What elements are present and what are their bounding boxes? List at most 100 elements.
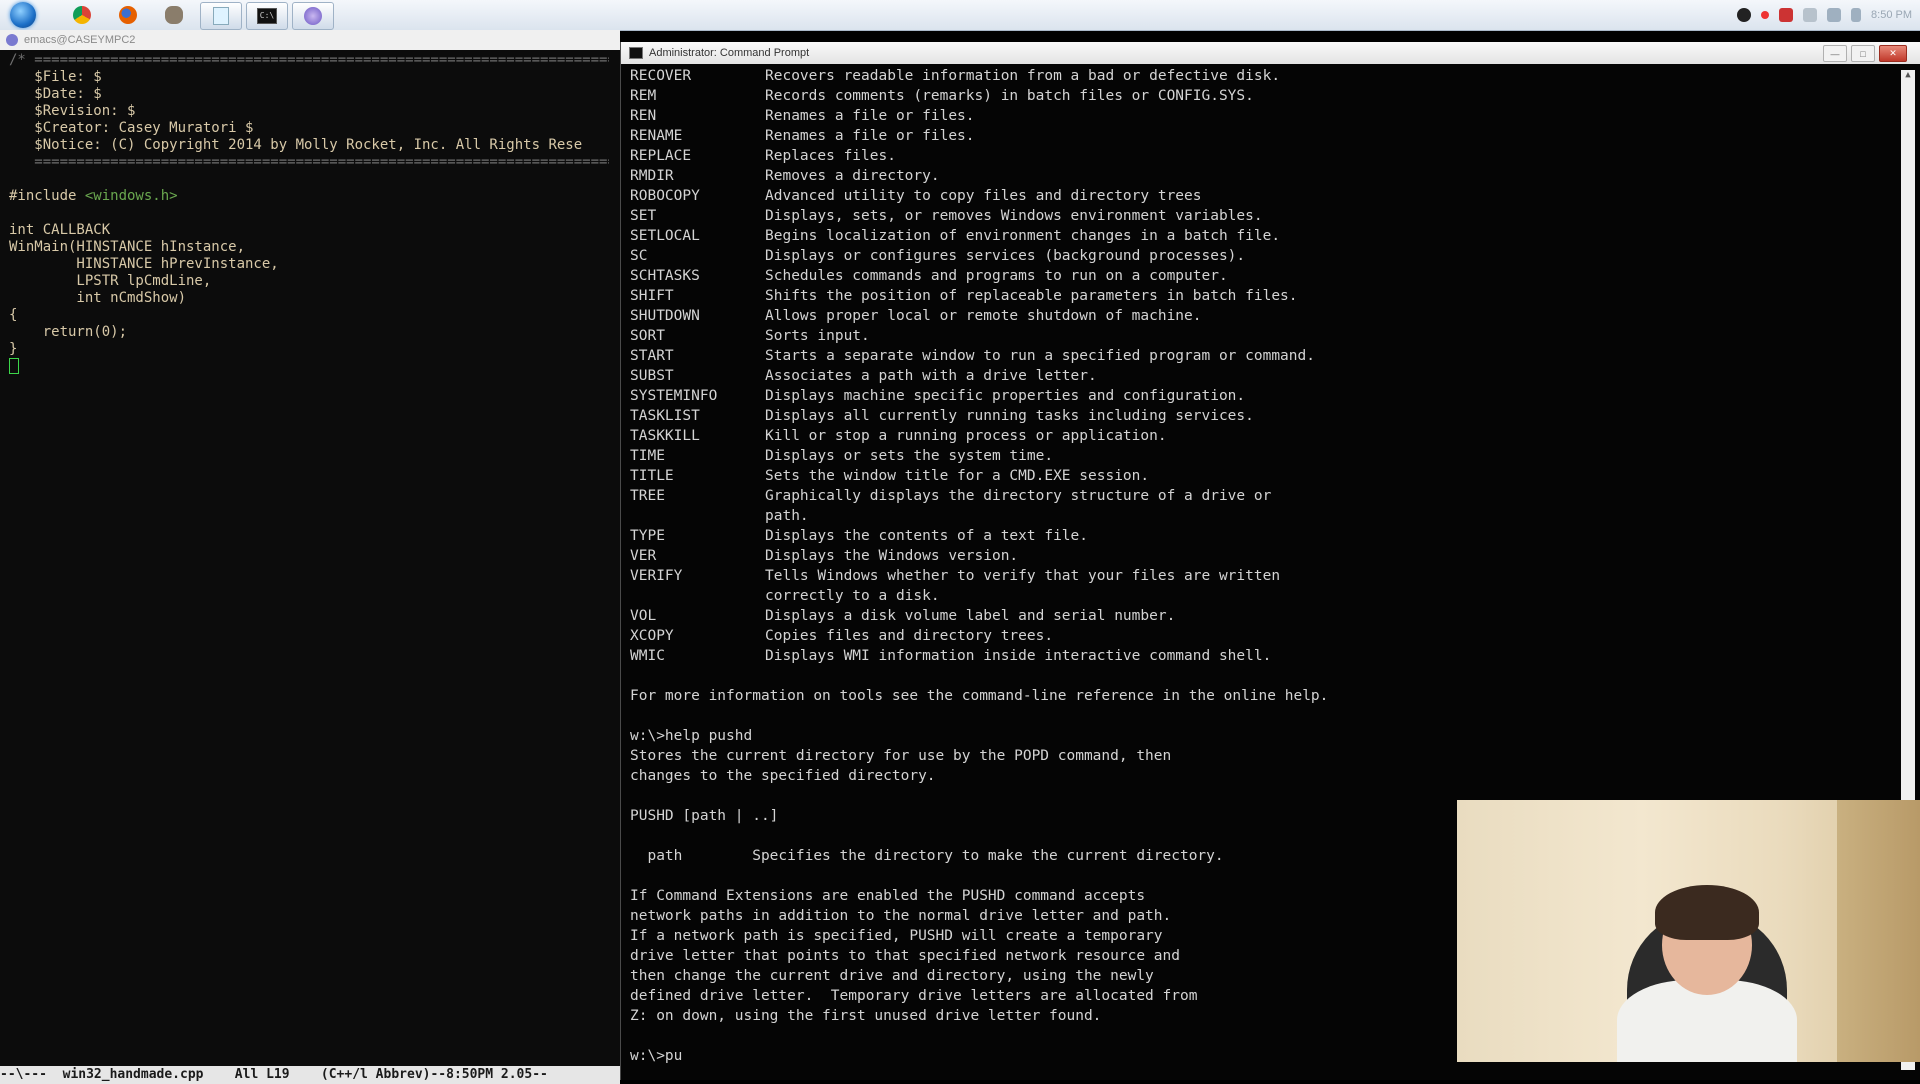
help-description: correctly to a disk. bbox=[765, 588, 940, 604]
code-line-text: $Notice: (C) Copyright 2014 by Molly Roc… bbox=[9, 137, 583, 153]
code-editor[interactable]: /* =====================================… bbox=[0, 50, 609, 375]
help-row: SHIFT Shifts the position of replaceable … bbox=[630, 286, 1890, 306]
emacs-titlebar[interactable]: emacs@CASEYMPC2 bbox=[0, 30, 620, 50]
help-description: Displays the contents of a text file. bbox=[765, 528, 1089, 544]
taskbar-firefox-button[interactable] bbox=[108, 2, 148, 28]
scroll-up-arrow-icon[interactable]: ▲ bbox=[1901, 70, 1915, 84]
firefox-icon bbox=[119, 6, 137, 24]
help-command: ROBOCOPY bbox=[630, 188, 700, 204]
taskbar-chrome-button[interactable] bbox=[62, 2, 102, 28]
help-row: correctly to a disk. bbox=[630, 586, 1890, 606]
notepad-icon bbox=[213, 7, 229, 25]
taskbar: C:\ 8:50 PM bbox=[0, 0, 1920, 31]
help-description: path. bbox=[765, 508, 809, 524]
help-description: Displays all currently running tasks inc… bbox=[765, 408, 1254, 424]
code-line-text: #include bbox=[9, 188, 85, 204]
minimize-button[interactable]: — bbox=[1823, 45, 1847, 62]
flag-icon[interactable] bbox=[1851, 8, 1862, 22]
emacs-icon bbox=[304, 7, 322, 25]
help-description: Schedules commands and programs to run o… bbox=[765, 268, 1228, 284]
help-row: TREE Graphically displays the directory s… bbox=[630, 486, 1890, 506]
maximize-button[interactable]: □ bbox=[1851, 45, 1875, 62]
help-command: SC bbox=[630, 248, 648, 264]
code-line-text: $File: $ bbox=[9, 69, 102, 85]
help-command: SCHTASKS bbox=[630, 268, 700, 284]
start-button[interactable] bbox=[6, 0, 40, 30]
help-command: XCOPY bbox=[630, 628, 674, 644]
console-line: changes to the specified directory. bbox=[630, 768, 936, 784]
help-row: TIME Displays or sets the system time. bbox=[630, 446, 1890, 466]
help-description: Displays WMI information inside interact… bbox=[765, 648, 1272, 664]
code-line: $Revision: $ bbox=[9, 103, 609, 120]
help-row: TYPE Displays the contents of a text file… bbox=[630, 526, 1890, 546]
webcam-background bbox=[1837, 800, 1920, 1062]
help-description: Advanced utility to copy files and direc… bbox=[765, 188, 1202, 204]
help-description: Begins localization of environment chang… bbox=[765, 228, 1281, 244]
volume-icon[interactable] bbox=[1803, 8, 1818, 22]
code-line-text: $Date: $ bbox=[9, 86, 102, 102]
command-prompt-icon: C:\ bbox=[257, 8, 277, 24]
command-prompt-icon bbox=[629, 47, 643, 59]
steam-icon[interactable] bbox=[1737, 8, 1752, 22]
close-button[interactable]: ✕ bbox=[1879, 45, 1907, 62]
help-description: Displays, sets, or removes Windows envir… bbox=[765, 208, 1263, 224]
help-description: Records comments (remarks) in batch file… bbox=[765, 88, 1254, 104]
help-description: Associates a path with a drive letter. bbox=[765, 368, 1097, 384]
help-description: Kill or stop a running process or applic… bbox=[765, 428, 1167, 444]
help-command: SYSTEMINFO bbox=[630, 388, 718, 404]
text-cursor bbox=[9, 358, 19, 374]
help-row: SORT Sorts input. bbox=[630, 326, 1890, 346]
help-row: TASKKILL Kill or stop a running process o… bbox=[630, 426, 1890, 446]
emacs-icon bbox=[6, 34, 18, 46]
help-command: TASKLIST bbox=[630, 408, 700, 424]
display-icon[interactable] bbox=[1827, 8, 1842, 22]
help-row: SHUTDOWN Allows proper local or remote sh… bbox=[630, 306, 1890, 326]
code-line-text: $Revision: $ bbox=[9, 103, 136, 119]
help-command: SET bbox=[630, 208, 657, 224]
console-line: For more information on tools see the co… bbox=[630, 688, 1329, 704]
clock[interactable]: 8:50 PM bbox=[1871, 9, 1912, 21]
help-description: Displays a disk volume label and serial … bbox=[765, 608, 1176, 624]
record-icon[interactable] bbox=[1761, 11, 1770, 19]
network-alert-icon[interactable] bbox=[1779, 8, 1794, 22]
code-line: { bbox=[9, 307, 609, 324]
help-command bbox=[630, 586, 765, 606]
help-description: Removes a directory. bbox=[765, 168, 940, 184]
help-row: RMDIR Removes a directory. bbox=[630, 166, 1890, 186]
code-line-text: int nCmdShow) bbox=[9, 290, 187, 306]
code-line-text: $Creator: Casey Muratori $ bbox=[9, 120, 254, 136]
emacs-title: emacs@CASEYMPC2 bbox=[24, 34, 136, 46]
code-line: $Notice: (C) Copyright 2014 by Molly Roc… bbox=[9, 137, 609, 154]
help-command: WMIC bbox=[630, 648, 665, 664]
taskbar-cmd-button[interactable]: C:\ bbox=[246, 2, 288, 30]
help-command: VERIFY bbox=[630, 568, 683, 584]
help-command: TITLE bbox=[630, 468, 674, 484]
system-tray: 8:50 PM bbox=[1737, 0, 1912, 30]
code-line-text: HINSTANCE hPrevInstance, bbox=[9, 256, 279, 272]
help-row: REM Records comments (remarks) in batch f… bbox=[630, 86, 1890, 106]
cmd-titlebar[interactable]: Administrator: Command Prompt — □ ✕ bbox=[621, 42, 1920, 64]
chrome-icon bbox=[73, 6, 91, 24]
help-row: SYSTEMINFO Displays machine specific prop… bbox=[630, 386, 1890, 406]
help-description: Allows proper local or remote shutdown o… bbox=[765, 308, 1202, 324]
code-line-text: /* =====================================… bbox=[9, 52, 609, 68]
taskbar-emacs-button[interactable] bbox=[292, 2, 334, 30]
code-string: <windows.h> bbox=[84, 188, 178, 204]
emacs-modeline: --\--- win32_handmade.cpp All L19 (C++/l… bbox=[0, 1066, 620, 1084]
help-command: TREE bbox=[630, 488, 665, 504]
taskbar-gimp-button[interactable] bbox=[154, 2, 194, 28]
help-command: REM bbox=[630, 88, 657, 104]
help-row: VOL Displays a disk volume label and seri… bbox=[630, 606, 1890, 626]
help-row: ROBOCOPY Advanced utility to copy files a… bbox=[630, 186, 1890, 206]
code-line: $File: $ bbox=[9, 69, 609, 86]
help-description: Sets the window title for a CMD.EXE sess… bbox=[765, 468, 1150, 484]
webcam-overlay bbox=[1457, 800, 1920, 1062]
help-row: VERIFY Tells Windows whether to verify th… bbox=[630, 566, 1890, 586]
help-row: RENAME Renames a file or files. bbox=[630, 126, 1890, 146]
help-row: TITLE Sets the window title for a CMD.EXE… bbox=[630, 466, 1890, 486]
code-line-text: return(0); bbox=[9, 324, 128, 340]
help-row: REN Renames a file or files. bbox=[630, 106, 1890, 126]
taskbar-notepad-button[interactable] bbox=[200, 2, 242, 30]
help-description: Starts a separate window to run a specif… bbox=[765, 348, 1315, 364]
